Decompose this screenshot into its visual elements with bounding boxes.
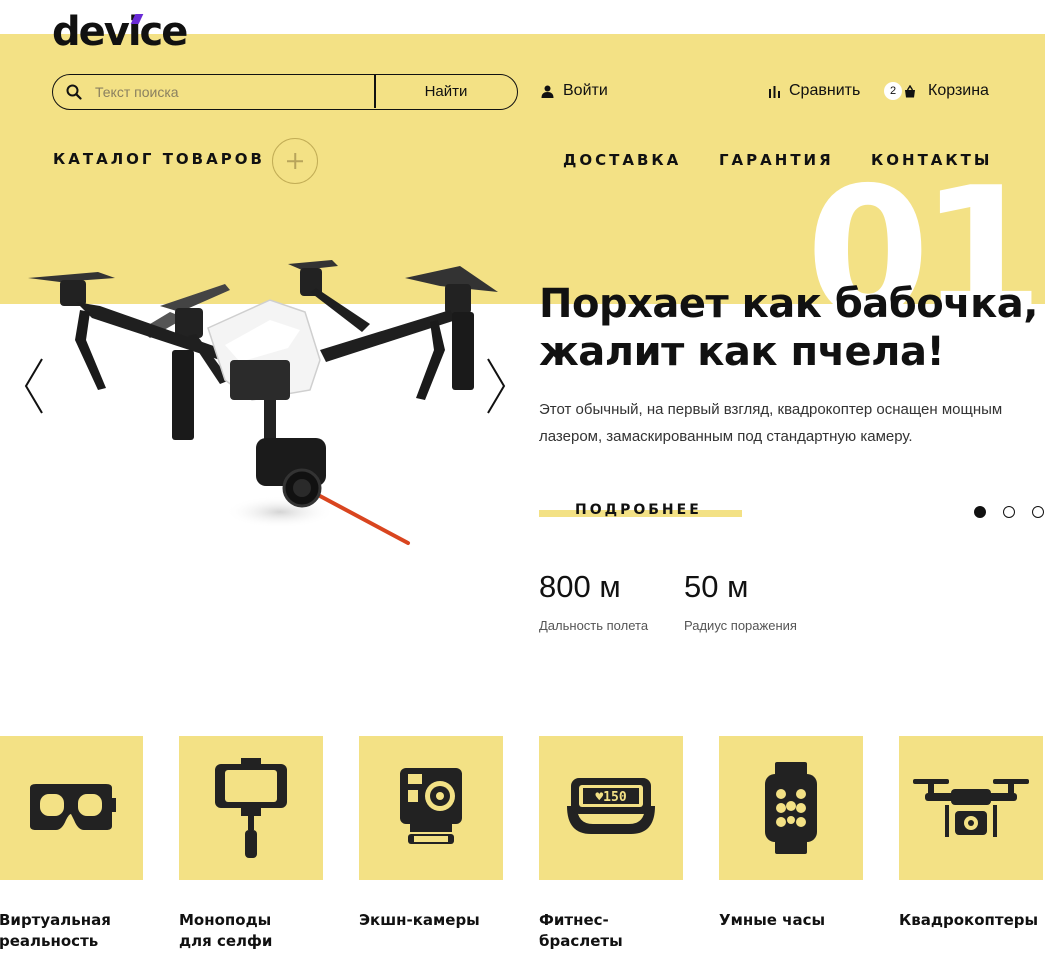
user-icon (541, 85, 554, 98)
category-vr[interactable]: Виртуальная реальность (0, 736, 143, 952)
slider-dot-3[interactable] (1032, 506, 1044, 518)
search-form: Найти (52, 74, 518, 110)
catalog-link[interactable]: КАТАЛОГ ТОВАРОВ (53, 150, 265, 168)
cart-link[interactable]: 2 Корзина (884, 82, 989, 100)
fitness-band-readout: ♥150 (595, 790, 626, 805)
category-smartwatches[interactable]: Умные часы (719, 736, 863, 931)
category-tile: ♥150 (539, 736, 683, 880)
category-monopods[interactable]: Моноподы для селфи (179, 736, 323, 952)
stat-radius-label: Радиус поражения (684, 618, 797, 633)
category-tile (0, 736, 143, 880)
stat-radius: 50 м Радиус поражения (684, 568, 797, 633)
login-label: Войти (563, 82, 608, 99)
search-icon (66, 84, 82, 100)
slider-prev-button[interactable] (22, 357, 46, 415)
category-list: Виртуальная реальность Моноподы для селф… (0, 736, 1045, 960)
category-name: Умные часы (719, 911, 826, 929)
category-name: Экшн-камеры (359, 911, 480, 929)
search-input[interactable] (95, 79, 370, 105)
category-action-cameras[interactable]: Экшн-камеры (359, 736, 503, 931)
action-camera-icon (400, 768, 462, 844)
category-name: Квадрокоптеры (899, 911, 1039, 929)
bar-chart-icon (769, 85, 780, 98)
search-button[interactable]: Найти (376, 75, 516, 108)
drone-image (28, 260, 498, 545)
slider-dot-1[interactable] (974, 506, 986, 518)
slide-title: Порхает как бабочка, жалит как пчела! (539, 281, 1038, 375)
vr-headset-icon (30, 784, 116, 830)
cart-label: Корзина (928, 82, 989, 99)
slider-next-button[interactable] (484, 357, 508, 415)
fitness-band-icon: ♥150 (567, 778, 655, 834)
logo-text: device (52, 9, 188, 55)
stat-range: 800 м Дальность полета (539, 568, 648, 633)
stat-range-label: Дальность полета (539, 618, 649, 633)
smartwatch-icon (765, 762, 817, 854)
compare-label: Сравнить (789, 82, 861, 99)
slider-pagination (974, 506, 1044, 518)
more-button[interactable]: ПОДРОБНЕЕ (539, 500, 742, 522)
category-tile (179, 736, 323, 880)
category-fitness-bands[interactable]: ♥150 Фитнес-браслеты (539, 736, 683, 952)
category-name: Моноподы для селфи (179, 911, 273, 950)
cart-icon (905, 84, 915, 97)
stat-range-value: 800 м (539, 569, 621, 604)
more-button-label: ПОДРОБНЕЕ (575, 502, 702, 518)
category-tile (899, 736, 1043, 880)
cart-count-badge: 2 (884, 82, 902, 100)
catalog-expand-button[interactable] (272, 138, 318, 184)
slide-description: Этот обычный, на первый взгляд, квадроко… (539, 401, 1003, 445)
selfie-stick-icon (215, 758, 287, 858)
category-name: Виртуальная реальность (0, 911, 111, 950)
category-quadcopters[interactable]: Квадрокоптеры (899, 736, 1043, 931)
nav-item-delivery[interactable]: ДОСТАВКА (563, 151, 681, 169)
login-link[interactable]: Войти (541, 82, 608, 100)
logo[interactable]: device (52, 8, 188, 56)
stat-radius-value: 50 м (684, 569, 749, 604)
quadcopter-icon (913, 779, 1029, 837)
category-name: Фитнес-браслеты (539, 911, 623, 950)
category-tile (359, 736, 503, 880)
category-tile (719, 736, 863, 880)
slider-dot-2[interactable] (1003, 506, 1015, 518)
compare-link[interactable]: Сравнить (768, 82, 860, 100)
